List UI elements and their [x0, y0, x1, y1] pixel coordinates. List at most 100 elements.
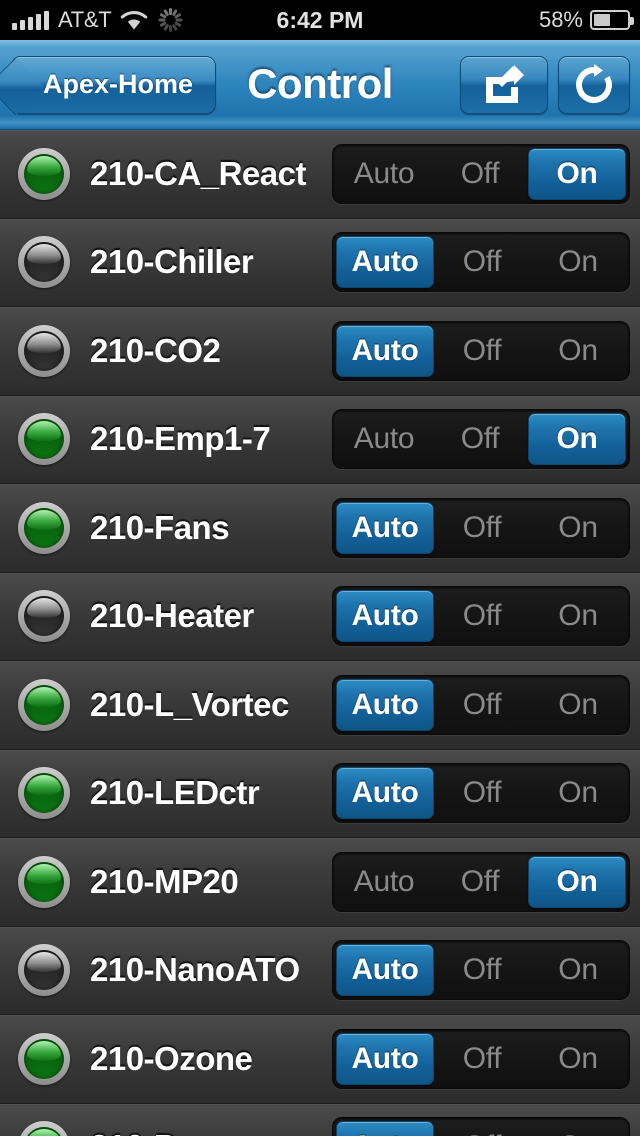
- led-lens: [24, 153, 64, 194]
- share-export-icon: [480, 63, 528, 107]
- segment-auto[interactable]: Auto: [336, 678, 434, 731]
- segment-off[interactable]: Off: [432, 413, 528, 465]
- segment-auto[interactable]: Auto: [336, 148, 432, 200]
- status-led-on-icon: [18, 147, 70, 200]
- segment-on[interactable]: On: [530, 1033, 626, 1085]
- segment-auto[interactable]: Auto: [336, 944, 434, 997]
- segment-on[interactable]: On: [530, 325, 626, 377]
- segment-off[interactable]: Off: [434, 236, 530, 288]
- device-name-label: 210-NanoATO: [90, 951, 300, 989]
- battery-percent-label: 58%: [538, 7, 583, 32]
- mode-segmented-control[interactable]: AutoOffOn: [332, 674, 630, 735]
- control-list[interactable]: 210-CA_React Auto Off On 210-Chiller Auto Off O…: [0, 130, 640, 1136]
- segment-auto[interactable]: Auto: [336, 501, 434, 554]
- status-led-off-icon: [18, 590, 70, 643]
- segment-auto[interactable]: Auto: [336, 236, 434, 289]
- segment-auto[interactable]: Auto: [336, 324, 434, 377]
- mode-segmented-control[interactable]: AutoOffOn: [332, 763, 630, 824]
- segment-auto[interactable]: Auto: [336, 767, 434, 820]
- device-name-label: 210-CO2: [90, 331, 221, 369]
- device-name-label: 210-Chiller: [90, 243, 254, 281]
- mode-segmented-control[interactable]: AutoOffOn: [332, 1117, 630, 1136]
- device-name-label: 210-Pump: [90, 1128, 332, 1136]
- led-lens: [24, 507, 64, 548]
- led-lens: [24, 773, 64, 814]
- segment-auto[interactable]: Auto: [336, 856, 432, 908]
- led-lens: [24, 1127, 64, 1136]
- segment-on[interactable]: On: [530, 590, 626, 642]
- refresh-icon: [574, 64, 614, 106]
- segment-on[interactable]: On: [530, 236, 626, 288]
- segment-on[interactable]: On: [530, 679, 626, 731]
- segment-off[interactable]: Off: [432, 148, 528, 200]
- table-row[interactable]: 210-L_Vortec Auto Off On: [0, 661, 640, 750]
- segment-off[interactable]: Off: [434, 944, 530, 996]
- table-row[interactable]: 210-Emp1-7 Auto Off On: [0, 395, 640, 484]
- segment-on[interactable]: On: [530, 502, 626, 554]
- table-row[interactable]: 210-Fans Auto Off On: [0, 484, 640, 573]
- segment-on[interactable]: On: [530, 767, 626, 819]
- led-lens: [24, 950, 64, 991]
- mode-segmented-control[interactable]: AutoOffOn: [332, 232, 630, 293]
- status-led-off-icon: [18, 324, 70, 377]
- device-name-label: 210-LEDctr: [90, 774, 260, 812]
- segment-on[interactable]: On: [530, 1121, 626, 1136]
- table-row[interactable]: 210-NanoATO Auto Off On: [0, 926, 640, 1015]
- segment-auto[interactable]: Auto: [336, 590, 434, 643]
- battery-icon: [590, 10, 634, 30]
- led-lens: [24, 861, 64, 902]
- status-bar-right: 58%: [538, 0, 634, 40]
- mode-segmented-control[interactable]: AutoOffOn: [332, 320, 630, 381]
- back-button-label: Apex-Home: [43, 69, 194, 99]
- table-row[interactable]: 210-LEDctr Auto Off On: [0, 749, 640, 838]
- segment-off[interactable]: Off: [434, 590, 530, 642]
- segment-on[interactable]: On: [530, 944, 626, 996]
- segment-on[interactable]: On: [528, 855, 626, 908]
- segment-auto[interactable]: Auto: [336, 413, 432, 465]
- led-lens: [24, 330, 64, 371]
- refresh-button[interactable]: [558, 56, 630, 114]
- status-led-on-icon: [18, 767, 70, 820]
- table-row[interactable]: 210-Ozone Auto Off On: [0, 1015, 640, 1104]
- mode-segmented-control[interactable]: AutoOffOn: [332, 586, 630, 647]
- device-name-label: 210-Heater: [90, 597, 254, 635]
- status-led-on-icon: [18, 1121, 70, 1136]
- segment-off[interactable]: Off: [434, 1033, 530, 1085]
- mode-segmented-control[interactable]: AutoOffOn: [332, 143, 630, 204]
- mode-segmented-control[interactable]: AutoOffOn: [332, 851, 630, 912]
- segment-off[interactable]: Off: [434, 767, 530, 819]
- status-led-off-icon: [18, 944, 70, 997]
- back-button[interactable]: Apex-Home: [12, 55, 217, 114]
- segment-auto[interactable]: Auto: [336, 1032, 434, 1085]
- nav-actions: [460, 56, 630, 114]
- device-name-label: 210-Ozone: [90, 1039, 253, 1077]
- table-row[interactable]: 210-MP20 Auto Off On: [0, 838, 640, 927]
- table-row[interactable]: 210-CA_React Auto Off On: [0, 130, 640, 219]
- status-led-on-icon: [18, 678, 70, 731]
- segment-on[interactable]: On: [528, 413, 626, 466]
- segment-off[interactable]: Off: [434, 325, 530, 377]
- mode-segmented-control[interactable]: AutoOffOn: [332, 409, 630, 470]
- segment-off[interactable]: Off: [432, 856, 528, 908]
- segment-on[interactable]: On: [528, 147, 626, 200]
- table-row[interactable]: 210-PumpAutoOffOn: [0, 1103, 640, 1136]
- led-lens: [24, 684, 64, 725]
- segment-auto[interactable]: Auto: [336, 1121, 434, 1136]
- table-row[interactable]: 210-Heater Auto Off On: [0, 572, 640, 661]
- status-led-on-icon: [18, 501, 70, 554]
- led-lens: [24, 242, 64, 283]
- mode-segmented-control[interactable]: AutoOffOn: [332, 497, 630, 558]
- table-row[interactable]: 210-Chiller Auto Off On: [0, 218, 640, 307]
- led-lens: [24, 1038, 64, 1079]
- status-led-on-icon: [18, 413, 70, 466]
- segment-off[interactable]: Off: [434, 502, 530, 554]
- mode-segmented-control[interactable]: AutoOffOn: [332, 1028, 630, 1089]
- share-button[interactable]: [460, 56, 548, 114]
- led-lens: [24, 596, 64, 637]
- status-led-on-icon: [18, 855, 70, 908]
- table-row[interactable]: 210-CO2 Auto Off On: [0, 307, 640, 396]
- mode-segmented-control[interactable]: AutoOffOn: [332, 940, 630, 1001]
- device-name-label: 210-L_Vortec: [90, 685, 289, 723]
- segment-off[interactable]: Off: [434, 1121, 530, 1136]
- segment-off[interactable]: Off: [434, 679, 530, 731]
